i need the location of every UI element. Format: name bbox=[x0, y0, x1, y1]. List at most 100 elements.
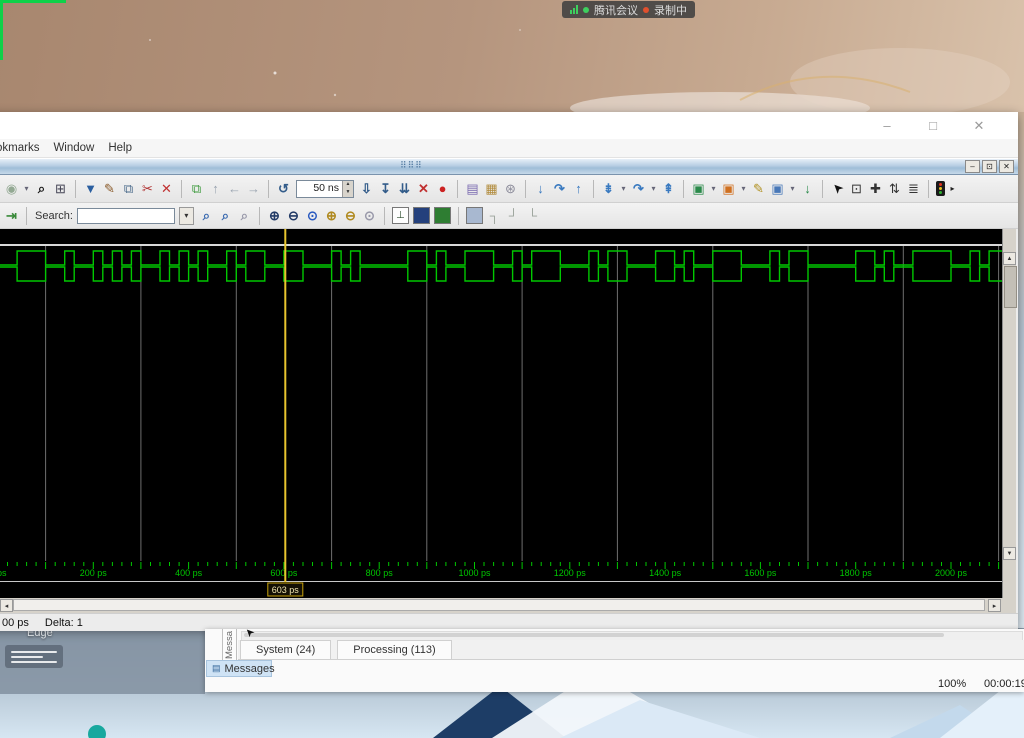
pause-button[interactable]: ⊛ bbox=[502, 179, 519, 198]
memory-profile-button[interactable]: ▦ bbox=[483, 179, 500, 198]
edit-mode-button[interactable]: ⇅ bbox=[886, 179, 903, 198]
pan-mode-button[interactable]: ✚ bbox=[867, 179, 884, 198]
run-length-field[interactable]: 50 ns▲▼ bbox=[296, 180, 354, 198]
tab-messages[interactable]: ▤ Messages bbox=[206, 660, 272, 677]
drag-grip-icon[interactable]: ⠿⠿⠿ bbox=[400, 160, 423, 171]
step-out-instance-button[interactable]: ⇞ bbox=[660, 179, 677, 198]
online-dot-icon bbox=[583, 7, 589, 13]
find-button[interactable]: ⌕ bbox=[33, 179, 50, 198]
search-caret[interactable]: ▾ bbox=[179, 207, 194, 225]
edit-source-button[interactable]: ✎ bbox=[101, 179, 118, 198]
zoom-others-button[interactable]: ⊙ bbox=[361, 206, 378, 225]
hscroll-thumb[interactable] bbox=[13, 599, 985, 611]
move-edge-button[interactable]: ┘ bbox=[505, 206, 522, 225]
transcript-icon[interactable]: ◉ bbox=[3, 179, 20, 198]
scroll-up-button[interactable]: ▲ bbox=[1003, 252, 1016, 265]
stretch-edge-button[interactable]: ┐ bbox=[486, 206, 503, 225]
invert-button[interactable] bbox=[434, 207, 451, 224]
insert-pulse-button[interactable]: ⊥ bbox=[392, 207, 409, 224]
zoom-cursor-button[interactable]: ⊕ bbox=[323, 206, 340, 225]
pane-dock-button[interactable]: ⊡ bbox=[982, 160, 997, 173]
run-button[interactable]: ⇩ bbox=[358, 179, 375, 198]
save-format-caret[interactable]: ▾ bbox=[788, 179, 797, 198]
step-over-button[interactable]: ↷ bbox=[551, 179, 568, 198]
stop-light-button[interactable] bbox=[936, 181, 945, 196]
navigate-back-button[interactable]: ← bbox=[226, 179, 243, 198]
zoom-full-button[interactable]: ⊙ bbox=[304, 206, 321, 225]
edit-wave-button[interactable]: ✎ bbox=[750, 179, 767, 198]
profile-report-button[interactable]: ▤ bbox=[464, 179, 481, 198]
wave-canvas[interactable]: 0 ps200 ps400 ps600 ps800 ps1000 ps1200 … bbox=[0, 229, 1002, 598]
save-format-button[interactable]: ▣ bbox=[769, 179, 786, 198]
search-input[interactable] bbox=[77, 208, 175, 224]
zoom-out-button[interactable]: ⊖ bbox=[285, 206, 302, 225]
tab-processing[interactable]: Processing (113) bbox=[337, 640, 451, 659]
continue-run-button[interactable]: ↧ bbox=[377, 179, 394, 198]
open-windows-button[interactable]: ⧉ bbox=[120, 179, 137, 198]
maximize-button[interactable]: □ bbox=[910, 118, 956, 133]
scroll-thumb[interactable] bbox=[1004, 266, 1017, 308]
zoom-in-button[interactable]: ⊕ bbox=[266, 206, 283, 225]
add-to-wave-button[interactable]: ▣ bbox=[690, 179, 707, 198]
restart-button[interactable]: ↺ bbox=[275, 179, 292, 198]
zoom-range-button[interactable]: ⊖ bbox=[342, 206, 359, 225]
run-all-button[interactable]: ⇊ bbox=[396, 179, 413, 198]
signal-filter-button[interactable]: ⇥ bbox=[3, 206, 20, 225]
scroll-left-button[interactable]: ◂ bbox=[0, 599, 13, 612]
pane-close-button[interactable]: ✕ bbox=[999, 160, 1014, 173]
search-options-button[interactable]: ⌕ bbox=[236, 206, 253, 225]
cut-button[interactable]: ✂ bbox=[139, 179, 156, 198]
scroll-down-button[interactable]: ▼ bbox=[1003, 547, 1016, 560]
copy-button[interactable]: ⧉ bbox=[188, 179, 205, 198]
select-mode-button[interactable]: ➤ bbox=[825, 176, 850, 201]
wave-horizontal-scrollbar[interactable]: ◂ ▸ bbox=[0, 598, 1016, 613]
stop-light-caret[interactable]: ▸ bbox=[948, 179, 957, 198]
spin-up-icon[interactable]: ▲ bbox=[343, 181, 353, 189]
step-into-button[interactable]: ↓ bbox=[532, 179, 549, 198]
step-over-instance-button[interactable]: ↷ bbox=[630, 179, 647, 198]
pane-header-strip[interactable]: ⠿⠿⠿ – ⊡ ✕ bbox=[0, 158, 1018, 175]
expand-window-button[interactable]: ⊞ bbox=[52, 179, 69, 198]
close-button[interactable]: ✕ bbox=[956, 118, 1002, 134]
menu-window[interactable]: Window bbox=[53, 142, 94, 154]
step-out-button[interactable]: ↑ bbox=[570, 179, 587, 198]
find-previous-button[interactable]: ⌕ bbox=[217, 206, 234, 225]
meeting-indicator[interactable]: 腾讯会议 录制中 bbox=[562, 1, 695, 18]
desktop-wallpaper-top bbox=[0, 0, 1024, 112]
delete-button[interactable]: ✕ bbox=[158, 179, 175, 198]
pane-minimize-button[interactable]: – bbox=[965, 160, 980, 173]
add-to-list-caret[interactable]: ▾ bbox=[739, 179, 748, 198]
wave-vertical-scrollbar[interactable]: ▲ ▼ bbox=[1002, 229, 1016, 598]
menu-help[interactable]: Help bbox=[108, 142, 132, 154]
save-button[interactable]: ▼ bbox=[82, 179, 99, 198]
find-next-button[interactable]: ⌕ bbox=[198, 206, 215, 225]
extend-edges-button[interactable]: └ bbox=[524, 206, 541, 225]
toolbar-separator bbox=[75, 180, 76, 198]
spin-down-icon[interactable]: ▼ bbox=[343, 189, 353, 197]
tab-system[interactable]: System (24) bbox=[240, 640, 331, 659]
desktop-list-widget[interactable] bbox=[5, 645, 63, 668]
delete-edge-button[interactable] bbox=[413, 207, 430, 224]
navigate-up-button[interactable]: ↑ bbox=[207, 179, 224, 198]
zoom-mode-button[interactable]: ⊡ bbox=[848, 179, 865, 198]
step-into-instance-caret[interactable]: ▾ bbox=[619, 179, 628, 198]
transcript-caret[interactable]: ▾ bbox=[22, 179, 31, 198]
tab-messages-label: Messages bbox=[225, 663, 275, 675]
run-length-value[interactable]: 50 ns bbox=[297, 181, 342, 197]
virtual-signal-button[interactable]: ≣ bbox=[905, 179, 922, 198]
messages-scroll-thumb[interactable] bbox=[244, 633, 944, 637]
messages-vertical-tab[interactable]: Messa bbox=[222, 629, 237, 662]
reload-button[interactable]: ↓ bbox=[799, 179, 816, 198]
minimize-button[interactable]: – bbox=[864, 118, 910, 133]
mirror-button[interactable] bbox=[466, 207, 483, 224]
add-to-wave-caret[interactable]: ▾ bbox=[709, 179, 718, 198]
menu-bookmarks[interactable]: okmarks bbox=[0, 142, 39, 154]
step-into-instance-button[interactable]: ⇟ bbox=[600, 179, 617, 198]
step-over-instance-caret[interactable]: ▾ bbox=[649, 179, 658, 198]
messages-vertical-tab-label: Messa bbox=[224, 631, 235, 659]
add-to-list-button[interactable]: ▣ bbox=[720, 179, 737, 198]
break-button[interactable]: ✕ bbox=[415, 179, 432, 198]
scroll-right-button[interactable]: ▸ bbox=[988, 599, 1001, 612]
stop-button[interactable]: ● bbox=[434, 179, 451, 198]
navigate-forward-button[interactable]: → bbox=[245, 179, 262, 198]
